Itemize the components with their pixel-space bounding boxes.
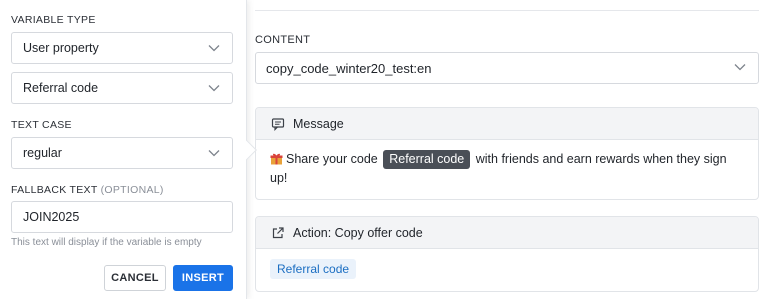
- variable-popover: VARIABLE TYPE User property Referral cod…: [0, 0, 247, 299]
- referral-code-chip[interactable]: Referral code: [270, 259, 357, 279]
- cancel-button[interactable]: CANCEL: [104, 265, 166, 291]
- property-select[interactable]: Referral code: [11, 72, 233, 104]
- text-case-value: regular: [23, 146, 62, 160]
- content-label: CONTENT: [255, 34, 311, 46]
- message-card-header: Message: [256, 108, 758, 140]
- message-card-title: Message: [293, 116, 344, 131]
- message-icon: [271, 117, 285, 131]
- fallback-text-label: FALLBACK TEXT (OPTIONAL): [11, 184, 164, 196]
- chevron-down-icon: [208, 150, 220, 157]
- action-card-title: Action: Copy offer code: [293, 225, 423, 240]
- optional-tag: (OPTIONAL): [100, 184, 164, 196]
- variable-type-select[interactable]: User property: [11, 32, 233, 64]
- fallback-text-input[interactable]: JOIN2025: [11, 201, 233, 233]
- gift-icon: [270, 152, 283, 165]
- fallback-label-text: FALLBACK TEXT: [11, 184, 98, 196]
- chevron-down-icon: [208, 85, 220, 92]
- action-body: Referral code: [256, 249, 758, 289]
- text-case-select[interactable]: regular: [11, 137, 233, 169]
- content-select[interactable]: copy_code_winter20_test:en: [255, 52, 759, 84]
- fallback-hint: This text will display if the variable i…: [11, 237, 202, 248]
- chevron-down-icon: [208, 45, 220, 52]
- insert-button[interactable]: INSERT: [173, 265, 233, 291]
- text-case-label: TEXT CASE: [11, 119, 72, 131]
- message-text-before: Share your code: [286, 152, 378, 166]
- top-divider: [255, 10, 759, 11]
- property-value: Referral code: [23, 81, 99, 95]
- fallback-text-value: JOIN2025: [23, 210, 80, 224]
- action-card: Action: Copy offer code Referral code: [255, 216, 759, 292]
- message-card: Message Share your code Referral code wi…: [255, 107, 759, 200]
- external-link-icon: [271, 226, 285, 240]
- variable-type-label: VARIABLE TYPE: [11, 14, 96, 26]
- variable-type-value: User property: [23, 41, 99, 55]
- message-body[interactable]: Share your code Referral code with frien…: [256, 140, 758, 198]
- content-select-value: copy_code_winter20_test:en: [266, 60, 432, 76]
- variable-token[interactable]: Referral code: [383, 150, 471, 169]
- action-card-header: Action: Copy offer code: [256, 217, 758, 249]
- chevron-down-icon: [734, 64, 746, 71]
